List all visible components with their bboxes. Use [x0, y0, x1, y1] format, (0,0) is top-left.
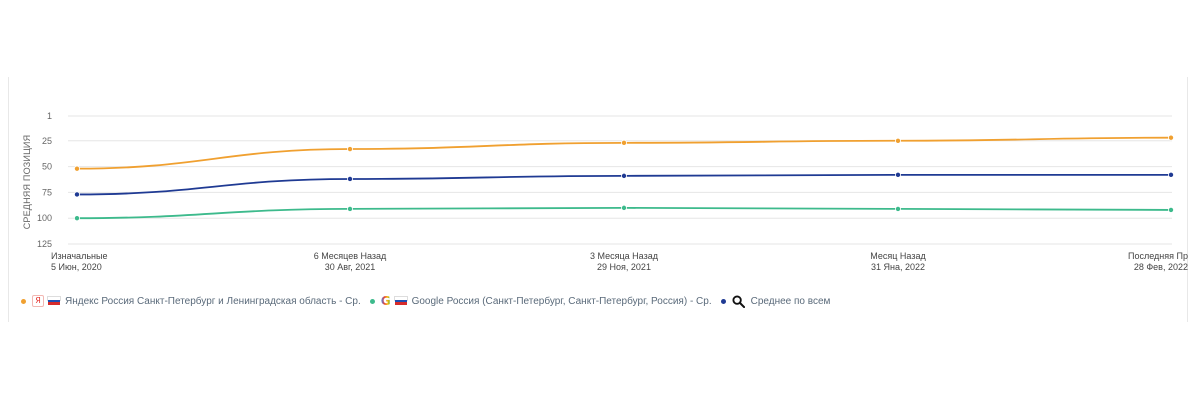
- y-tick-label: 25: [42, 136, 52, 146]
- data-point-average: [621, 172, 628, 179]
- data-point-yandex: [1168, 134, 1175, 141]
- russia-flag-icon: [393, 296, 408, 306]
- data-point-average: [346, 175, 353, 182]
- y-tick-label: 100: [37, 213, 52, 223]
- data-point-google: [74, 215, 81, 222]
- data-point-google: [346, 205, 353, 212]
- data-point-average: [1168, 171, 1175, 178]
- x-tick-date: 31 Яна, 2022: [871, 262, 925, 272]
- position-chart: 1255075100125СРЕДНЯЯ ПОЗИЦИЯИзначальные5…: [22, 111, 1188, 272]
- yandex-series-dot: [21, 298, 26, 304]
- y-tick-label: 125: [37, 239, 52, 249]
- search-icon: [732, 294, 745, 308]
- data-point-yandex: [895, 137, 902, 144]
- average-series-dot: [720, 298, 726, 304]
- y-tick-label: 1: [47, 111, 52, 121]
- yandex-logo-icon: Я: [32, 295, 44, 307]
- data-point-google: [895, 205, 902, 212]
- x-tick-date: 5 Июн, 2020: [51, 262, 102, 272]
- data-point-yandex: [346, 146, 353, 153]
- google-series-dot: [369, 298, 375, 304]
- data-point-yandex: [621, 139, 628, 146]
- x-tick-label: 3 Месяца Назад: [590, 251, 659, 261]
- legend-item-average[interactable]: Среднее по всем: [720, 294, 831, 308]
- google-logo-icon: G: [380, 294, 391, 308]
- legend-item-google[interactable]: G Google Россия (Санкт-Петербург, Санкт-…: [369, 294, 712, 308]
- legend-label-average: Среднее по всем: [750, 295, 831, 307]
- russia-flag-icon: [47, 296, 61, 306]
- y-tick-label: 50: [42, 162, 52, 172]
- data-point-google: [1168, 206, 1175, 213]
- x-tick-date: 28 Фев, 2022: [1134, 262, 1188, 272]
- x-tick-label: Изначальные: [51, 251, 107, 261]
- x-tick-date: 29 Ноя, 2021: [597, 262, 651, 272]
- x-tick-date: 30 Авг, 2021: [325, 262, 376, 272]
- legend-label-yandex: Яндекс Россия Санкт-Петербург и Ленингра…: [65, 295, 361, 307]
- data-point-average: [895, 171, 902, 178]
- x-tick-label: 6 Месяцев Назад: [314, 251, 387, 261]
- y-axis-title: СРЕДНЯЯ ПОЗИЦИЯ: [22, 135, 32, 230]
- data-point-yandex: [74, 165, 81, 172]
- x-tick-label: Последняя Пр: [1128, 251, 1188, 261]
- y-tick-label: 75: [42, 187, 52, 197]
- legend-item-yandex[interactable]: Я Яндекс Россия Санкт-Петербург и Ленинг…: [21, 295, 361, 307]
- data-point-average: [74, 191, 81, 198]
- chart-legend: Я Яндекс Россия Санкт-Петербург и Ленинг…: [21, 292, 839, 310]
- x-tick-label: Месяц Назад: [870, 251, 926, 261]
- legend-label-google: Google Россия (Санкт-Петербург, Санкт-Пе…: [411, 295, 712, 307]
- data-point-google: [621, 204, 628, 211]
